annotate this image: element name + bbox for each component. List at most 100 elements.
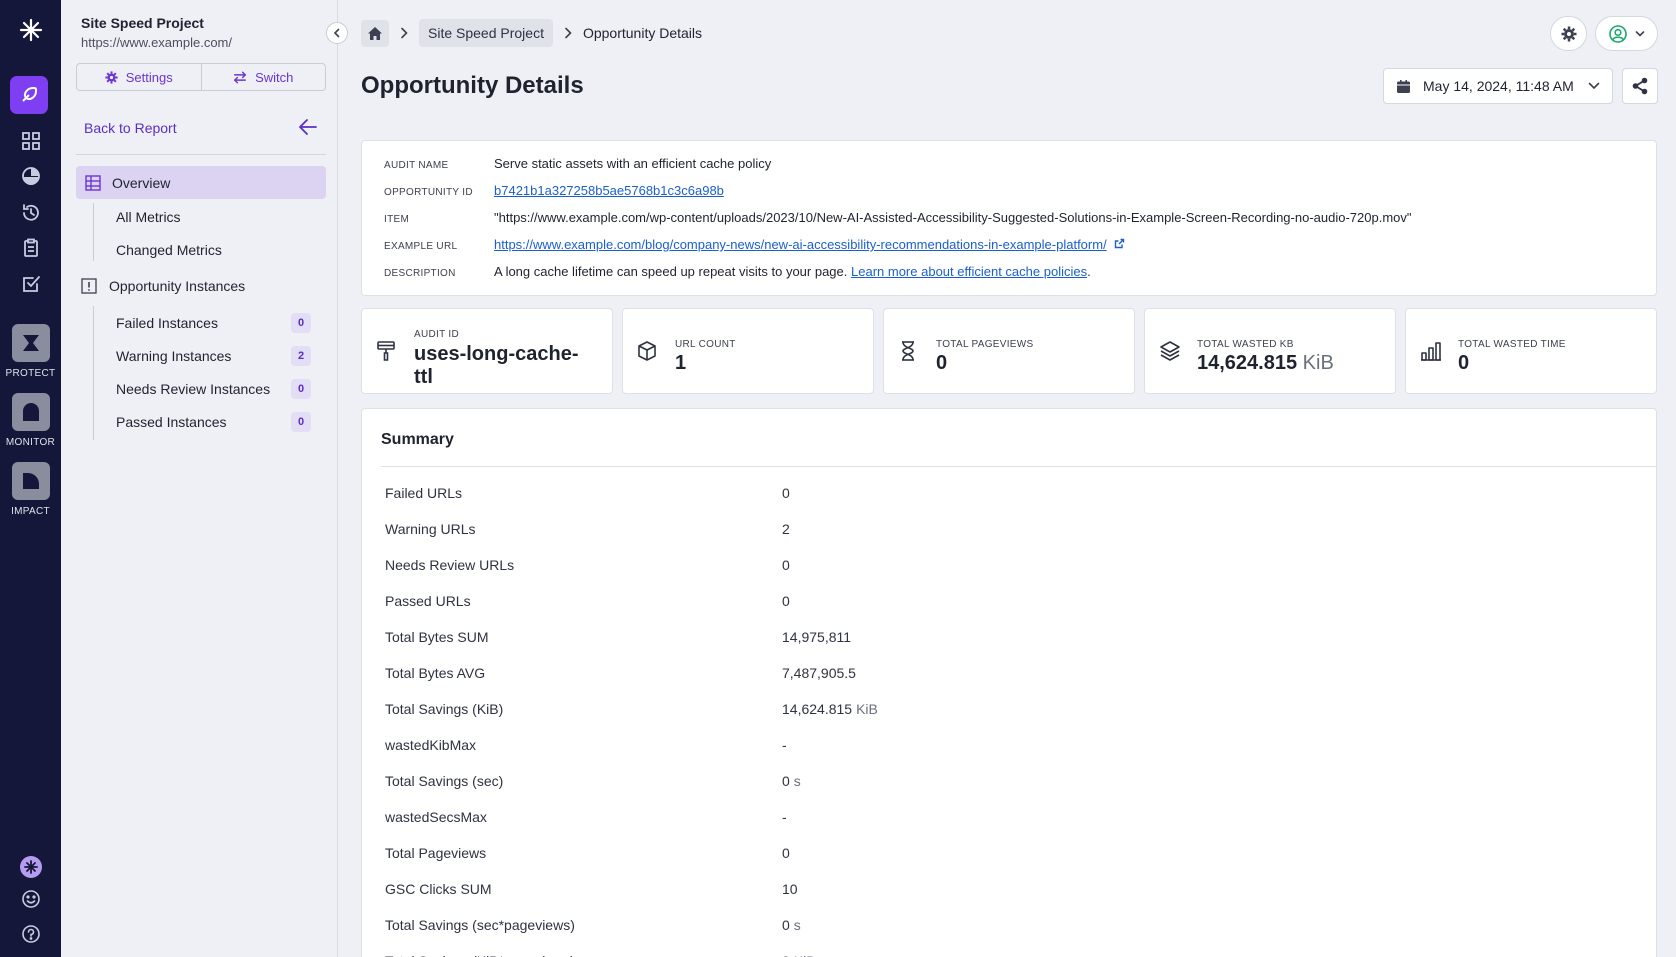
protect-icon: [11, 324, 50, 362]
wasted-kb-unit: KiB: [1302, 352, 1334, 374]
feedback-smile-icon[interactable]: [0, 889, 61, 909]
share-icon: [1632, 77, 1648, 95]
wasted-kb-value: 14,624.815 KiB: [1197, 352, 1334, 375]
example-url-link[interactable]: https://www.example.com/blog/company-new…: [494, 237, 1107, 252]
opportunity-id-link[interactable]: b7421b1a327258b5ae5768b1c3c6a98b: [494, 183, 724, 198]
assistant-icon[interactable]: [0, 855, 61, 879]
clipboard-icon[interactable]: [0, 238, 61, 258]
summary-row-unit: KiB: [794, 953, 816, 957]
checkbox-icon[interactable]: [0, 274, 61, 294]
audit-name-value: Serve static assets with an efficient ca…: [494, 156, 772, 171]
example-url-row: EXAMPLE URL https://www.example.com/blog…: [384, 237, 1125, 252]
summary-row-number: 0: [782, 557, 790, 573]
audit-name-row: AUDIT NAME Serve static assets with an e…: [384, 156, 771, 171]
summary-row-label: Total Bytes AVG: [385, 665, 486, 681]
help-icon[interactable]: [0, 924, 61, 944]
summary-row-value: 14,975,811: [782, 629, 851, 645]
breadcrumb-current: Opportunity Details: [582, 25, 703, 41]
bar-chart-icon: [1421, 342, 1441, 361]
summary-row-label: GSC Clicks SUM: [385, 881, 492, 897]
summary-row-number: -: [782, 737, 787, 753]
settings-label: Settings: [125, 69, 173, 85]
top-actions: [1550, 16, 1658, 51]
summary-row-label: wastedKibMax: [385, 737, 477, 753]
audit-id-line-2: ttl: [414, 366, 433, 388]
chevron-right-icon: [565, 27, 572, 39]
divider: [76, 154, 326, 155]
summary-row-label: Total Savings (KiB): [385, 701, 504, 717]
impact-icon: [11, 462, 50, 500]
summary-row-label: Failed URLs: [385, 485, 463, 501]
description-label: DESCRIPTION: [384, 268, 456, 279]
summary-row-number: 0: [782, 845, 790, 861]
share-button[interactable]: [1622, 68, 1658, 104]
nav-passed-instances[interactable]: Passed Instances: [116, 414, 227, 430]
url-count-value: 1: [675, 352, 687, 374]
settings-gear-button[interactable]: [1550, 16, 1587, 51]
nav-needs-review-instances[interactable]: Needs Review Instances: [116, 381, 270, 397]
home-button[interactable]: [361, 19, 389, 47]
speed-app-icon[interactable]: [10, 76, 48, 114]
wasted-time-value: 0: [1458, 352, 1470, 374]
nav-warning-instances[interactable]: Warning Instances: [116, 348, 231, 364]
summary-row-number: 0: [782, 773, 790, 789]
page-title: Opportunity Details: [361, 72, 584, 99]
product-impact[interactable]: IMPACT: [0, 462, 61, 517]
opportunity-id-label: OPPORTUNITY ID: [384, 187, 473, 198]
nav-opportunity-instances[interactable]: Opportunity Instances: [81, 278, 245, 294]
gear-icon: [1561, 26, 1576, 41]
wasted-kb-card: TOTAL WASTED KB 14,624.815 KiB: [1144, 308, 1396, 394]
arrow-left-icon[interactable]: [298, 118, 318, 139]
nav-failed-instances[interactable]: Failed Instances: [116, 315, 218, 331]
wasted-time-label: TOTAL WASTED TIME: [1458, 339, 1566, 350]
summary-row-number: -: [782, 809, 787, 825]
paint-roller-icon: [377, 341, 395, 361]
failed-count-badge: 0: [291, 313, 311, 333]
product-protect[interactable]: PROTECT: [0, 324, 61, 379]
learn-more-link[interactable]: Learn more about efficient cache policie…: [851, 264, 1087, 279]
history-icon[interactable]: [0, 203, 61, 223]
summary-row-value: 0s: [782, 773, 801, 789]
dashboard-grid-icon[interactable]: [0, 131, 61, 151]
nav-overview[interactable]: Overview: [76, 166, 326, 199]
opportunity-id-row: OPPORTUNITY ID b7421b1a327258b5ae5768b1c…: [384, 183, 724, 198]
wasted-kb-number: 14,624.815: [1197, 352, 1298, 374]
gear-icon: [105, 70, 118, 84]
project-url: https://www.example.com/: [81, 35, 232, 50]
breadcrumb-project[interactable]: Site Speed Project: [419, 19, 553, 47]
back-to-report-link[interactable]: Back to Report: [84, 120, 177, 136]
switch-label: Switch: [255, 69, 294, 85]
nav-all-metrics[interactable]: All Metrics: [116, 209, 181, 225]
pie-chart-icon[interactable]: [0, 166, 61, 186]
product-monitor[interactable]: MONITOR: [0, 393, 61, 448]
summary-row-value: -: [782, 809, 787, 825]
nav-opportunity-label: Opportunity Instances: [109, 278, 246, 294]
date-picker-button[interactable]: May 14, 2024, 11:48 AM: [1383, 68, 1613, 104]
summary-title: Summary: [381, 431, 454, 448]
nav-changed-metrics[interactable]: Changed Metrics: [116, 242, 222, 258]
summary-row-unit: KiB: [856, 701, 878, 717]
pageviews-label: TOTAL PAGEVIEWS: [936, 339, 1034, 350]
audit-id-card: AUDIT ID uses-long-cache- ttl: [361, 308, 613, 394]
summary-row-label: wastedSecsMax: [385, 809, 487, 825]
summary-row-number: 0: [782, 917, 790, 933]
settings-button[interactable]: Settings: [77, 64, 201, 90]
project-name: Site Speed Project: [81, 15, 204, 31]
summary-row-value: 7,487,905.5: [782, 665, 856, 681]
external-link-icon[interactable]: [1114, 238, 1125, 249]
example-url-label: EXAMPLE URL: [384, 241, 458, 252]
user-menu-button[interactable]: [1595, 16, 1658, 51]
description-end: .: [1087, 264, 1091, 279]
url-count-label: URL COUNT: [675, 339, 736, 350]
summary-row-number: 0: [782, 593, 790, 609]
summary-row-unit: s: [793, 773, 801, 789]
logo-icon[interactable]: [0, 18, 61, 42]
pageviews-value: 0: [936, 352, 948, 374]
switch-button[interactable]: Switch: [200, 64, 326, 90]
product-protect-label: PROTECT: [5, 368, 56, 379]
summary-row-value: 0: [782, 485, 790, 501]
item-row: ITEM "https://www.example.com/wp-content…: [384, 210, 1412, 225]
summary-row-number: 2: [782, 521, 790, 537]
wasted-kb-label: TOTAL WASTED KB: [1197, 339, 1294, 350]
chevron-down-icon: [1635, 30, 1644, 37]
